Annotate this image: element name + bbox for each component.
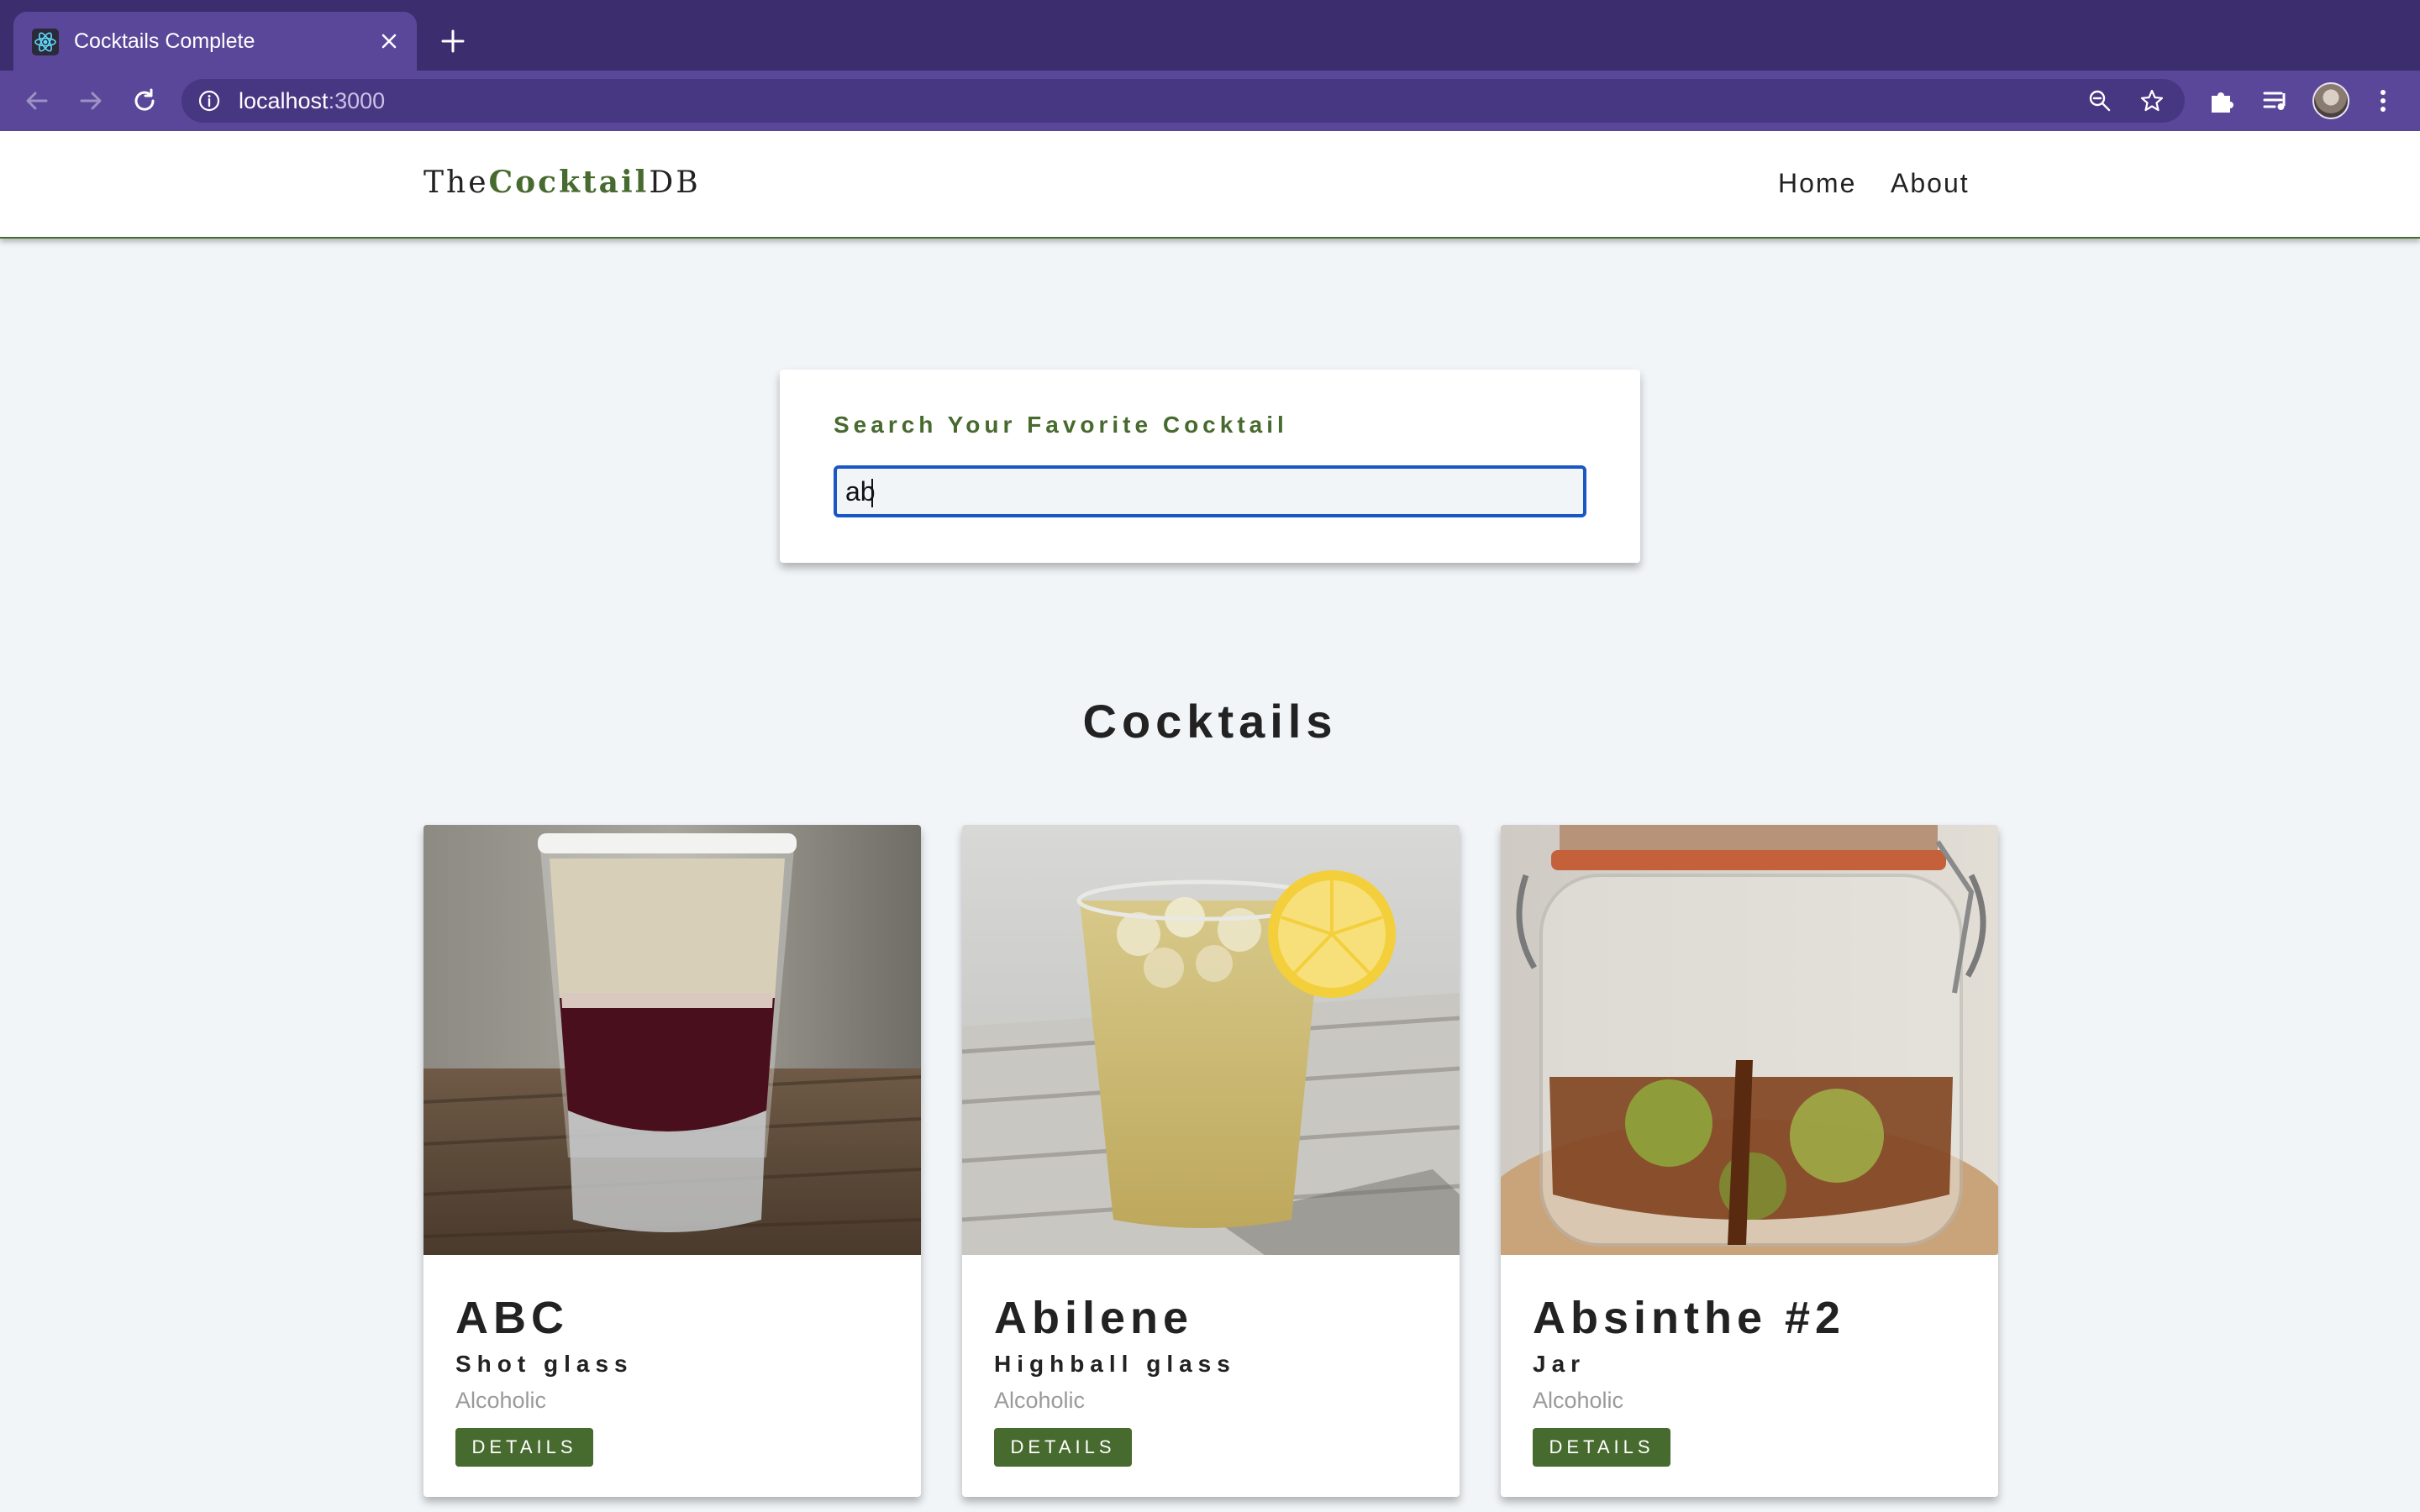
- cocktail-glass: Highball glass: [994, 1351, 1236, 1377]
- logo-bold: Cocktail: [488, 165, 650, 200]
- info-icon[interactable]: [198, 90, 220, 112]
- site-logo[interactable]: TheCocktailDB: [424, 165, 701, 200]
- cocktail-name: ABC: [455, 1293, 569, 1343]
- cocktail-type: Alcoholic: [994, 1388, 1086, 1413]
- text-caret: [871, 479, 873, 507]
- forward-arrow-icon[interactable]: [74, 84, 108, 118]
- nav-link-about[interactable]: About: [1891, 168, 1970, 199]
- cocktail-image-abc: [424, 825, 921, 1255]
- cocktail-glass: Jar: [1533, 1351, 1586, 1377]
- cocktail-image-abilene: [962, 825, 1460, 1255]
- cocktail-card: ABC Shot glass Alcoholic DETAILS: [424, 825, 921, 1497]
- cocktail-type: Alcoholic: [1533, 1388, 1624, 1413]
- section-title: Cocktails: [1082, 695, 1338, 748]
- nav-link-home[interactable]: Home: [1778, 168, 1856, 199]
- avatar[interactable]: [2312, 82, 2349, 119]
- reload-icon[interactable]: [128, 84, 161, 118]
- search-label: Search Your Favorite Cocktail: [834, 412, 1288, 438]
- url-host: localhost: [239, 88, 329, 113]
- plus-icon[interactable]: [437, 25, 469, 57]
- zoom-icon[interactable]: [2087, 88, 2112, 113]
- tab-title: Cocktails Complete: [74, 29, 255, 53]
- details-button[interactable]: DETAILS: [994, 1428, 1132, 1467]
- react-favicon-icon: [32, 29, 59, 55]
- cocktail-name: Abilene: [994, 1293, 1194, 1343]
- details-button[interactable]: DETAILS: [455, 1428, 593, 1467]
- site-navbar: TheCocktailDB Home About: [0, 131, 2420, 239]
- details-button[interactable]: DETAILS: [1533, 1428, 1670, 1467]
- cocktail-image-absinthe-2: [1501, 825, 1998, 1255]
- kebab-menu-icon[interactable]: [2368, 86, 2398, 116]
- media-queue-icon[interactable]: [2260, 86, 2291, 116]
- back-arrow-icon[interactable]: [20, 84, 54, 118]
- close-icon[interactable]: [376, 29, 402, 54]
- logo-suffix: DB: [649, 165, 701, 200]
- logo-prefix: The: [424, 165, 489, 200]
- cocktail-name: Absinthe #2: [1533, 1293, 1846, 1343]
- browser-tab[interactable]: Cocktails Complete: [13, 12, 417, 71]
- browser-tab-strip: Cocktails Complete: [0, 0, 2420, 71]
- search-form: Search Your Favorite Cocktail: [780, 370, 1640, 563]
- search-input[interactable]: [834, 465, 1586, 517]
- cocktail-card: Abilene Highball glass Alcoholic DETAILS: [962, 825, 1460, 1497]
- puzzle-icon[interactable]: [2207, 86, 2237, 116]
- browser-toolbar: localhost:3000: [0, 71, 2420, 131]
- star-icon[interactable]: [2139, 88, 2165, 113]
- cocktail-glass: Shot glass: [455, 1351, 634, 1377]
- cocktail-card: Absinthe #2 Jar Alcoholic DETAILS: [1501, 825, 1998, 1497]
- address-bar[interactable]: localhost:3000: [182, 79, 2185, 123]
- url-text: localhost:3000: [239, 87, 385, 115]
- url-port: :3000: [328, 88, 386, 113]
- cocktail-type: Alcoholic: [455, 1388, 547, 1413]
